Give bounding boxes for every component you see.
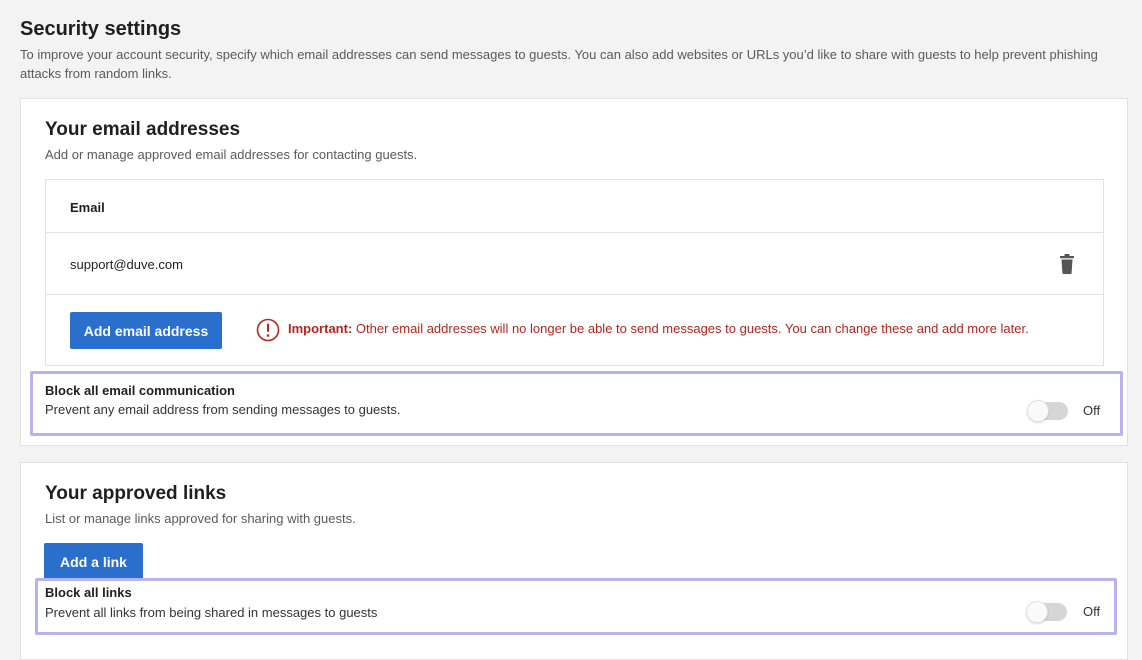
links-section-description: List or manage links approved for sharin… [45, 511, 356, 526]
table-row: support@duve.com [46, 233, 1103, 295]
block-email-setting: Block all email communication Prevent an… [30, 371, 1123, 436]
block-email-toggle-state: Off [1083, 403, 1101, 418]
block-email-toggle[interactable] [1027, 400, 1068, 422]
email-cell: support@duve.com [70, 257, 183, 272]
page-title: Security settings [20, 18, 182, 40]
page-description: To improve your account security, specif… [20, 47, 1098, 81]
warning-label: Important: [288, 321, 353, 336]
email-column-header: Email [70, 200, 105, 215]
email-table: Email support@duve.com Add email address [45, 179, 1104, 366]
block-links-toggle-state: Off [1083, 604, 1101, 619]
toggle-knob [1027, 400, 1049, 422]
add-link-button[interactable]: Add a link [44, 543, 143, 580]
warning-message: Other email addresses will no longer be … [352, 321, 1029, 336]
toggle-knob [1026, 601, 1048, 623]
table-header: Email [46, 180, 1103, 233]
block-links-title: Block all links [45, 585, 132, 600]
warning-circle-icon [256, 318, 280, 342]
email-section-description: Add or manage approved email addresses f… [45, 147, 418, 162]
block-email-title: Block all email communication [45, 383, 235, 398]
add-email-address-button[interactable]: Add email address [70, 312, 222, 349]
email-actions-row: Add email address Important: Other email… [46, 295, 1103, 367]
block-links-description: Prevent all links from being shared in m… [45, 605, 378, 620]
trash-icon[interactable] [1059, 254, 1075, 274]
important-warning: Important: Other email addresses will no… [288, 321, 1029, 336]
email-section-title: Your email addresses [45, 119, 241, 140]
block-email-description: Prevent any email address from sending m… [45, 402, 401, 417]
block-links-toggle[interactable] [1026, 601, 1067, 623]
links-section-title: Your approved links [45, 483, 227, 504]
block-links-setting: Block all links Prevent all links from b… [35, 578, 1117, 635]
